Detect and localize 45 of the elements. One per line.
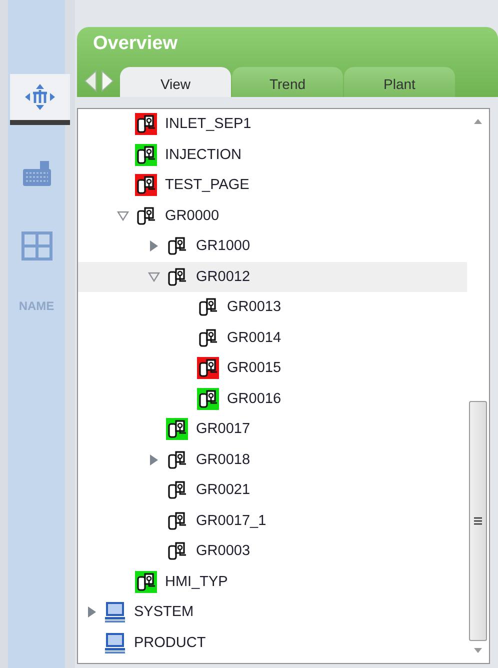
scroll-down-icon[interactable] [473,647,483,655]
expanded-arrow-icon[interactable] [148,270,160,283]
tree-row[interactable]: GR0013 [78,292,467,322]
device-icon [166,235,188,258]
tree-row[interactable]: HMI_TYP [78,566,467,597]
tab[interactable]: View [120,67,231,97]
device-icon [166,540,188,562]
tab[interactable]: Plant [344,67,455,97]
tree-row[interactable]: GR0014 [78,322,467,353]
computer-icon [104,601,126,624]
tree-row[interactable]: GR0000 [78,200,467,231]
tree-row[interactable]: GR0015 [78,353,467,384]
grid-icon [20,230,54,262]
tree-row[interactable]: SYSTEM [78,597,467,628]
device-icon [166,266,188,288]
collapsed-arrow-icon[interactable] [86,606,98,618]
tree-row[interactable]: INLET_SEP1 [78,109,467,140]
device-icon [166,448,188,471]
collapsed-arrow-icon[interactable] [148,454,160,466]
tree-row[interactable]: GR0018 [78,444,467,475]
grip-icon [473,516,483,526]
tree-row[interactable]: INJECTION [78,140,467,170]
tree-row[interactable]: GR0017_1 [78,506,467,536]
device-icon [166,479,188,502]
tree-row[interactable]: GR1000 [78,231,467,262]
device-icon [197,296,219,318]
tree-row[interactable]: GR0021 [78,475,467,506]
computer-icon [104,632,126,654]
move-tab[interactable] [10,74,70,125]
tree-row[interactable]: PRODUCT [78,628,467,658]
tab[interactable]: Trend [232,67,343,97]
collapsed-arrow-icon[interactable] [148,240,160,252]
scroll-up-icon[interactable] [473,117,483,125]
tree-row[interactable]: TEST_PAGE [78,170,467,200]
expanded-arrow-icon[interactable] [117,210,129,222]
tree-row[interactable]: GR0017 [78,414,467,444]
panel-title: Overview [92,32,178,55]
tree-row[interactable]: GR0003 [78,536,467,566]
device-icon [135,204,157,227]
move-icon [22,82,56,112]
tree-row[interactable]: GR0016 [78,384,467,414]
tree-row[interactable]: GR0012 [78,262,467,292]
device-icon [166,510,188,532]
device-icon [197,326,219,349]
scroll-thumb[interactable] [469,401,487,641]
